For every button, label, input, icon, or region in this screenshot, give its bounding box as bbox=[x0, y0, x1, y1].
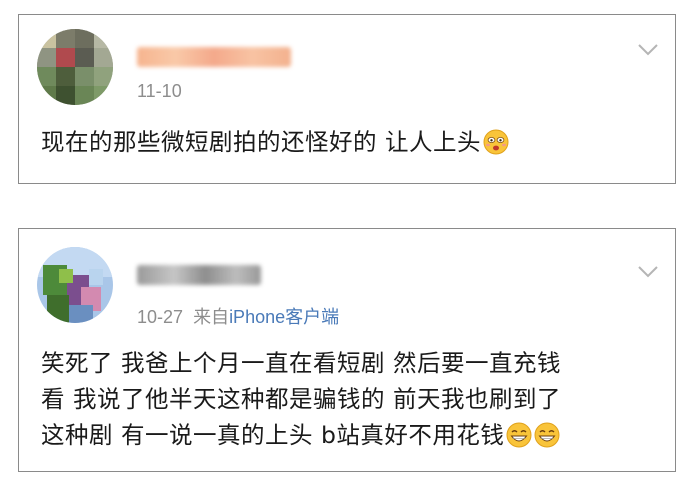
chevron-down-icon[interactable] bbox=[637, 265, 659, 279]
comment-line: 看 我说了他半天这种都是骗钱的 前天我也刷到了 bbox=[41, 385, 561, 413]
source-prefix: 来自 bbox=[193, 307, 230, 327]
comment-line: 现在的那些微短剧拍的还怪好的 让人上头 bbox=[41, 128, 481, 156]
comment-meta: 10-27 来自iPhone客户端 bbox=[137, 303, 339, 329]
avatar-image bbox=[37, 247, 113, 323]
username-blurred[interactable] bbox=[137, 265, 261, 285]
chevron-down-icon[interactable] bbox=[637, 43, 659, 57]
comment-card: 10-27 来自iPhone客户端 笑死了 我爸上个月一直在看短剧 然后要一直充… bbox=[18, 228, 676, 472]
comment-time: 11-10 bbox=[137, 81, 182, 101]
avatar-image bbox=[37, 29, 113, 105]
comment-text: 现在的那些微短剧拍的还怪好的 让人上头 bbox=[41, 125, 509, 159]
grinning-face-icon bbox=[506, 422, 532, 448]
source-link[interactable]: iPhone客户端 bbox=[229, 307, 339, 327]
avatar[interactable] bbox=[37, 247, 113, 323]
comment-time: 10-27 bbox=[137, 307, 184, 327]
comment-card: 11-10 现在的那些微短剧拍的还怪好的 让人上头 bbox=[18, 14, 676, 184]
comment-meta: 11-10 bbox=[137, 81, 182, 102]
comment-line-last: 这种剧 有一说一真的上头 b站真好不用花钱 bbox=[41, 417, 561, 453]
comment-line: 笑死了 我爸上个月一直在看短剧 然后要一直充钱 bbox=[41, 349, 561, 377]
username-blurred[interactable] bbox=[137, 47, 291, 67]
avatar[interactable] bbox=[37, 29, 113, 105]
comment-text: 笑死了 我爸上个月一直在看短剧 然后要一直充钱 看 我说了他半天这种都是骗钱的 … bbox=[41, 345, 561, 453]
comment-line: 这种剧 有一说一真的上头 b站真好不用花钱 bbox=[41, 421, 505, 449]
surprised-face-icon bbox=[483, 129, 509, 155]
grinning-face-icon bbox=[534, 422, 560, 448]
